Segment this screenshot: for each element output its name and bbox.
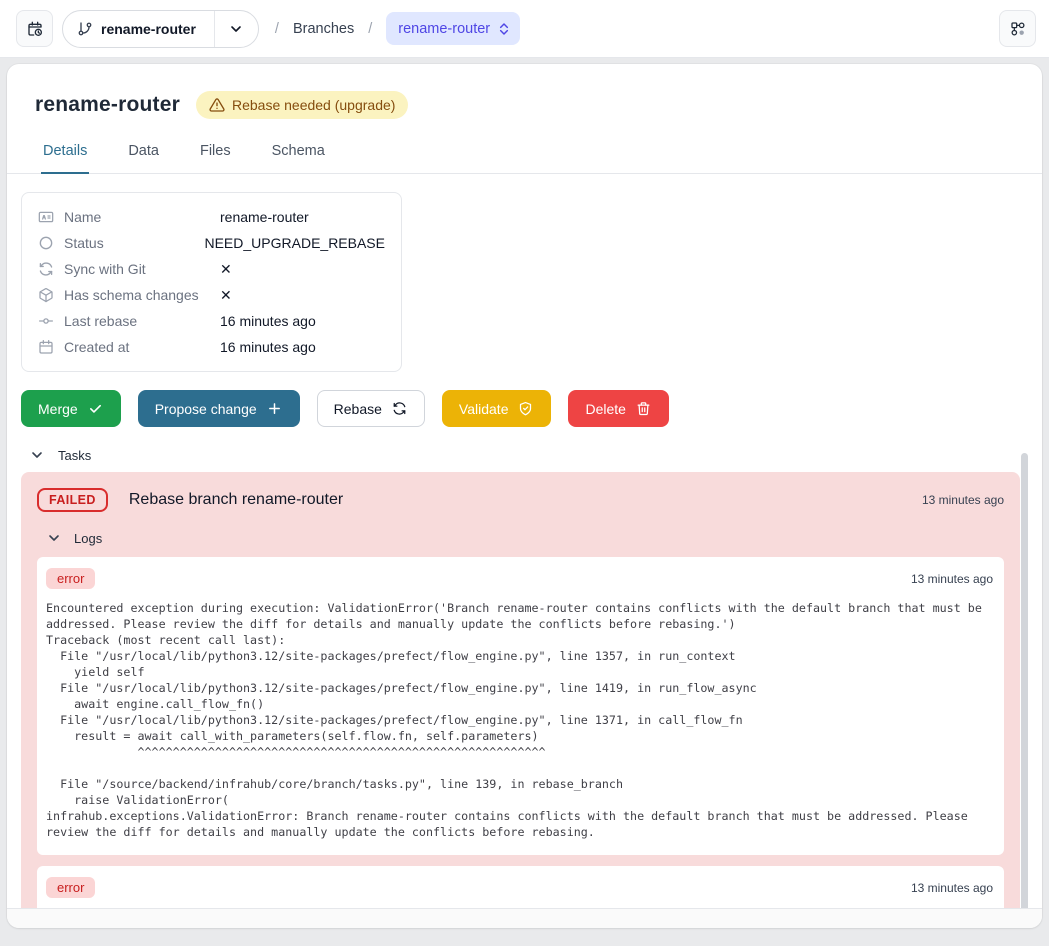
branch-selector-caret[interactable] (214, 11, 258, 47)
task-status-badge: FAILED (37, 488, 108, 512)
calendar-clock-icon (27, 21, 43, 37)
log-timestamp: 13 minutes ago (911, 881, 995, 895)
action-button[interactable]: Delete (568, 390, 668, 427)
refresh-icon (38, 261, 54, 277)
git-commit-icon (38, 313, 54, 329)
log-entry: error 13 minutes ago Encountered excepti… (37, 557, 1004, 855)
detail-row: Name rename-router (38, 204, 385, 230)
trash-icon (636, 401, 652, 417)
breadcrumb-current-selector[interactable]: rename-router (386, 12, 520, 45)
id-card-icon (38, 209, 54, 225)
chevron-down-icon (228, 21, 244, 37)
detail-label: Has schema changes (64, 287, 199, 303)
tab-bar: Details Data Files Schema (41, 143, 1042, 174)
apps-menu-button[interactable] (999, 10, 1036, 47)
breadcrumb-separator: / (368, 21, 372, 37)
action-button[interactable]: Rebase (317, 390, 425, 427)
log-entries: error 13 minutes ago Encountered excepti… (37, 557, 1004, 928)
action-button[interactable]: Validate (442, 390, 552, 427)
tab[interactable]: Files (198, 143, 233, 174)
branch-name: rename-router (101, 21, 196, 37)
rebase-needed-label: Rebase needed (upgrade) (232, 97, 395, 113)
calendar-icon (38, 339, 54, 355)
tasks-scrollbar[interactable] (1021, 453, 1028, 923)
detail-value: rename-router (220, 209, 309, 225)
branch-detail-card: rename-router Rebase needed (upgrade) De… (7, 64, 1042, 928)
action-button[interactable]: Merge (21, 390, 121, 427)
task-timestamp: 13 minutes ago (922, 493, 1004, 507)
detail-row: Last rebase 16 minutes ago (38, 308, 385, 334)
plus-icon (267, 401, 283, 417)
detail-label: Sync with Git (64, 261, 146, 277)
tasks-section-toggle[interactable]: Tasks (29, 447, 1042, 463)
chevron-down-icon (46, 530, 62, 546)
detail-value: 16 minutes ago (220, 313, 316, 329)
tasks-section-label: Tasks (58, 448, 91, 463)
detail-row: Status NEED_UPGRADE_REBASE (38, 230, 385, 256)
breadcrumb-branches-link[interactable]: Branches (293, 21, 354, 37)
breadcrumb: / Branches / rename-router (275, 12, 520, 45)
action-button[interactable]: Propose change (138, 390, 300, 427)
tab[interactable]: Details (41, 143, 89, 174)
detail-row: Created at 16 minutes ago (38, 334, 385, 360)
page-title: rename-router (35, 93, 180, 117)
log-timestamp: 13 minutes ago (911, 572, 995, 586)
log-severity-badge: error (46, 568, 95, 589)
detail-label: Created at (64, 339, 129, 355)
detail-label: Last rebase (64, 313, 137, 329)
logs-toggle[interactable]: Logs (46, 530, 1004, 546)
detail-row: Sync with Git ✕ (38, 256, 385, 282)
rebase-needed-badge: Rebase needed (upgrade) (196, 91, 408, 119)
logs-label: Logs (74, 531, 102, 546)
branch-actions: Merge Propose change Rebase Validate Del… (21, 390, 1042, 427)
time-travel-button[interactable] (16, 10, 53, 47)
detail-value: NEED_UPGRADE_REBASE (204, 235, 385, 251)
detail-label: Name (64, 209, 101, 225)
task-title: Rebase branch rename-router (129, 491, 343, 509)
log-message: Encountered exception during execution: … (46, 600, 995, 840)
tab[interactable]: Schema (270, 143, 327, 174)
chevrons-up-down-icon (496, 21, 512, 37)
tab[interactable]: Data (126, 143, 161, 174)
branch-selector[interactable]: rename-router (62, 10, 259, 48)
git-branch-icon (77, 21, 93, 37)
top-bar: rename-router / Branches / rename-router (0, 0, 1049, 58)
detail-value: ✕ (220, 287, 232, 304)
refresh-icon (392, 401, 408, 417)
circle-icon (38, 235, 54, 251)
package-icon (38, 287, 54, 303)
check-icon (88, 401, 104, 417)
workflow-icon (1010, 21, 1026, 37)
log-severity-badge: error (46, 877, 95, 898)
warning-triangle-icon (209, 97, 225, 113)
detail-value: ✕ (220, 261, 232, 278)
branch-selector-value[interactable]: rename-router (63, 21, 214, 37)
detail-label: Status (64, 235, 104, 251)
breadcrumb-separator: / (275, 21, 279, 37)
branch-details-panel: Name rename-router Status NEED_UPGRADE_R… (21, 192, 402, 372)
detail-value: 16 minutes ago (220, 339, 316, 355)
chevron-down-icon (29, 447, 45, 463)
breadcrumb-current-label: rename-router (398, 21, 490, 37)
card-footer (7, 908, 1042, 928)
shield-check-icon (518, 401, 534, 417)
detail-row: Has schema changes ✕ (38, 282, 385, 308)
task-card: FAILED Rebase branch rename-router 13 mi… (21, 472, 1020, 928)
